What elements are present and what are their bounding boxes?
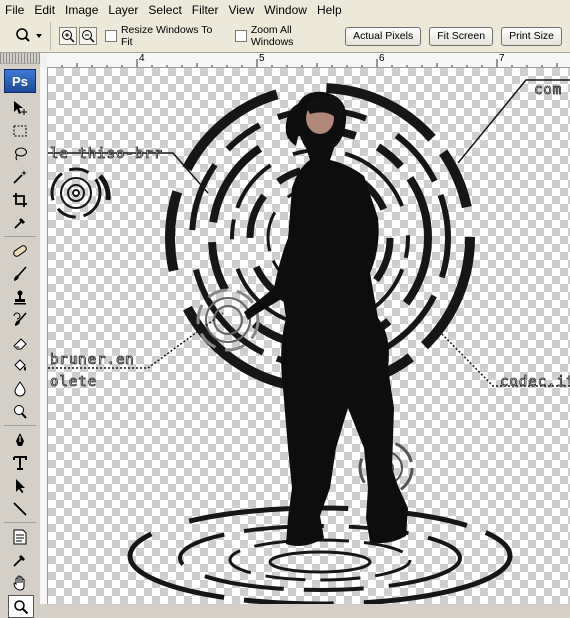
ruler-label-4: 4 — [139, 53, 145, 64]
print-size-button[interactable]: Print Size — [501, 26, 562, 46]
hud-label-2: le thiso-brr — [50, 146, 163, 162]
resize-windows-checkbox-box[interactable] — [104, 30, 117, 42]
hand-tool[interactable] — [8, 572, 32, 593]
zoom-out-icon — [81, 30, 95, 43]
history-brush-icon — [13, 311, 27, 326]
lasso-icon — [15, 147, 27, 160]
zoom-in-icon — [61, 30, 75, 43]
brush-icon — [14, 265, 27, 281]
ruler-label-7: 7 — [499, 53, 505, 64]
path-selection-tool[interactable] — [8, 475, 32, 496]
crop-tool[interactable] — [8, 189, 32, 210]
move-tool[interactable] — [8, 97, 32, 118]
menu-help[interactable]: Help — [312, 3, 347, 17]
dodge-tool[interactable] — [8, 401, 32, 422]
healing-brush-tool[interactable] — [8, 240, 32, 261]
marquee-tool[interactable] — [8, 120, 32, 141]
eyedropper-icon — [13, 554, 25, 567]
paint-bucket-tool[interactable] — [8, 355, 32, 376]
marquee-icon — [13, 125, 27, 136]
menu-select[interactable]: Select — [143, 3, 186, 17]
zoom-all-windows-checkbox-box[interactable] — [234, 30, 247, 42]
menu-layer[interactable]: Layer — [103, 3, 143, 17]
zoom-all-windows-checkbox[interactable]: Zoom All Windows — [234, 24, 337, 48]
line-icon — [13, 501, 27, 516]
menu-filter[interactable]: Filter — [187, 3, 224, 17]
move-icon — [14, 100, 27, 115]
menu-view[interactable]: View — [223, 3, 259, 17]
floor-ring — [228, 538, 412, 582]
tool-preset-picker[interactable] — [8, 22, 51, 50]
eyedropper-icon — [14, 217, 25, 229]
menu-bar: File Edit Image Layer Select Filter View… — [0, 0, 570, 21]
crop-icon — [13, 192, 27, 207]
hud-label-5: codec.it — [500, 374, 570, 390]
zoom-tool-icon — [16, 28, 42, 42]
actual-pixels-button[interactable]: Actual Pixels — [345, 26, 422, 46]
zoom-tool[interactable] — [8, 595, 34, 618]
tools-panel: Ps — [0, 53, 41, 618]
figure-silhouette — [244, 91, 408, 547]
ruler-label-6: 6 — [379, 53, 385, 64]
hud-target — [72, 189, 80, 197]
zoom-out-button[interactable] — [78, 27, 97, 45]
type-icon — [13, 455, 27, 470]
paint-bucket-icon — [14, 358, 26, 371]
menu-file[interactable]: File — [0, 3, 29, 17]
vertical-ruler — [40, 67, 48, 604]
line-tool[interactable] — [8, 498, 32, 519]
toolbox-grip[interactable] — [0, 53, 40, 64]
floor-ring — [268, 550, 372, 574]
note-icon — [13, 529, 27, 544]
hud-target — [50, 167, 102, 219]
lasso-tool[interactable] — [8, 143, 32, 164]
menu-window[interactable]: Window — [259, 3, 312, 17]
clone-stamp-tool[interactable] — [8, 286, 32, 307]
hud-target — [60, 177, 92, 209]
hud-label-1: com — [534, 82, 562, 98]
options-bar: Resize Windows To Fit Zoom All Windows A… — [0, 20, 570, 53]
type-tool[interactable] — [8, 452, 32, 473]
menu-edit[interactable]: Edit — [29, 3, 60, 17]
ruler-label-5: 5 — [259, 53, 265, 64]
resize-windows-label: Resize Windows To Fit — [120, 24, 213, 48]
zoom-icon — [14, 599, 29, 614]
eyedropper-tool-2[interactable] — [8, 549, 32, 570]
hand-icon — [13, 574, 25, 591]
stamp-icon — [14, 290, 26, 304]
history-brush-tool[interactable] — [8, 309, 32, 330]
eraser-icon — [13, 337, 27, 349]
artwork: com le thiso-brr bruner.en olete codec.i… — [48, 79, 570, 604]
photoshop-logo[interactable]: Ps — [4, 69, 36, 93]
menu-image[interactable]: Image — [60, 3, 103, 17]
dodge-icon — [14, 404, 27, 419]
magic-wand-tool[interactable] — [8, 166, 32, 187]
zoom-in-button[interactable] — [58, 27, 77, 45]
magic-wand-icon — [13, 169, 27, 184]
pen-icon — [16, 432, 24, 446]
pen-tool[interactable] — [8, 429, 32, 450]
hud-label-3: bruner.en — [50, 352, 135, 368]
horizontal-ruler: 4 5 6 7 — [47, 53, 570, 68]
notes-tool[interactable] — [8, 526, 32, 547]
drop-icon — [14, 380, 26, 396]
ruler-ticks — [61, 59, 558, 67]
eraser-tool[interactable] — [8, 332, 32, 353]
eyedropper-tool[interactable] — [8, 212, 32, 233]
tool-separator — [4, 236, 36, 237]
arrow-icon — [16, 478, 25, 493]
tool-separator — [4, 425, 36, 426]
hud-label-4: olete — [50, 374, 97, 390]
document-canvas[interactable]: com le thiso-brr bruner.en olete codec.i… — [48, 68, 570, 604]
tool-separator — [4, 522, 36, 523]
resize-windows-checkbox[interactable]: Resize Windows To Fit — [104, 24, 227, 48]
fit-screen-button[interactable]: Fit Screen — [429, 26, 494, 46]
brush-tool[interactable] — [8, 263, 32, 284]
zoom-all-windows-label: Zoom All Windows — [250, 24, 294, 48]
blur-tool[interactable] — [8, 378, 32, 399]
bandage-icon — [13, 244, 27, 257]
hud-target — [67, 184, 85, 202]
